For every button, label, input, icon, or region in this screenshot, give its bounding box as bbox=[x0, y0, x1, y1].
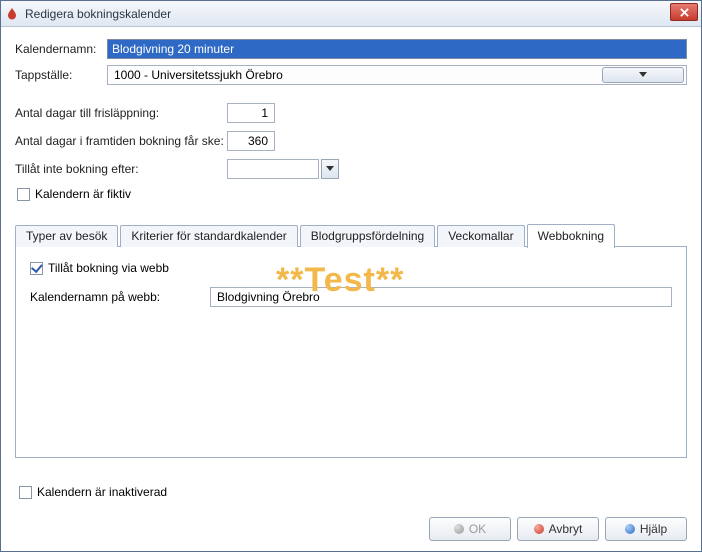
chevron-down-icon bbox=[602, 67, 684, 83]
kalendernamn-input[interactable] bbox=[107, 39, 687, 59]
titlebar: Redigera bokningskalender bbox=[1, 1, 701, 27]
ok-button[interactable]: OK bbox=[429, 517, 511, 541]
fiktiv-checkbox[interactable] bbox=[17, 188, 30, 201]
tab-blodgrupp[interactable]: Blodgruppsfördelning bbox=[300, 225, 435, 247]
tappstalle-label: Tappställe: bbox=[15, 68, 107, 82]
footer: Kalendern är inaktiverad OK Avbryt Hjälp bbox=[15, 483, 687, 541]
framtiden-input[interactable] bbox=[227, 131, 275, 151]
inaktiverad-checkbox[interactable] bbox=[19, 486, 32, 499]
help-icon bbox=[625, 524, 635, 534]
ok-icon bbox=[454, 524, 464, 534]
window-title: Redigera bokningskalender bbox=[25, 7, 171, 21]
tappstalle-dropdown[interactable]: 1000 - Universitetssjukh Örebro bbox=[107, 65, 687, 85]
inaktiverad-label: Kalendern är inaktiverad bbox=[37, 485, 167, 499]
cancel-icon bbox=[534, 524, 544, 534]
date-picker-button[interactable] bbox=[321, 159, 339, 179]
tillat-web-checkbox[interactable] bbox=[30, 262, 43, 275]
ok-label: OK bbox=[469, 522, 486, 536]
hjalp-label: Hjälp bbox=[640, 522, 667, 536]
tab-kriterier[interactable]: Kriterier för standardkalender bbox=[120, 225, 297, 247]
content-area: Kalendernamn: Tappställe: 1000 - Univers… bbox=[1, 27, 701, 468]
tabstrip: Typer av besök Kriterier för standardkal… bbox=[15, 223, 687, 247]
tab-veckomallar[interactable]: Veckomallar bbox=[437, 225, 524, 247]
tab-typer-av-besok[interactable]: Typer av besök bbox=[15, 225, 118, 247]
close-button[interactable] bbox=[670, 3, 698, 21]
tab-container: Typer av besök Kriterier för standardkal… bbox=[15, 223, 687, 458]
kalendernamn-web-label: Kalendernamn på webb: bbox=[30, 290, 210, 304]
hjalp-button[interactable]: Hjälp bbox=[605, 517, 687, 541]
frislappning-input[interactable] bbox=[227, 103, 275, 123]
kalendernamn-web-input[interactable] bbox=[210, 287, 672, 307]
tab-panel-webbokning: Tillåt bokning via webb Kalendernamn på … bbox=[15, 246, 687, 458]
app-icon bbox=[5, 7, 19, 21]
tillat-inte-efter-label: Tillåt inte bokning efter: bbox=[15, 162, 227, 176]
avbryt-button[interactable]: Avbryt bbox=[517, 517, 599, 541]
tillat-inte-efter-input[interactable] bbox=[227, 159, 319, 179]
fiktiv-label: Kalendern är fiktiv bbox=[35, 187, 131, 201]
kalendernamn-label: Kalendernamn: bbox=[15, 42, 107, 56]
framtiden-label: Antal dagar i framtiden bokning får ske: bbox=[15, 134, 227, 148]
tab-webbokning[interactable]: Webbokning bbox=[527, 224, 616, 248]
frislappning-label: Antal dagar till frisläppning: bbox=[15, 106, 227, 120]
avbryt-label: Avbryt bbox=[549, 522, 583, 536]
dialog-window: Redigera bokningskalender Kalendernamn: … bbox=[0, 0, 702, 552]
tillat-web-label: Tillåt bokning via webb bbox=[48, 261, 169, 275]
tappstalle-value: 1000 - Universitetssjukh Örebro bbox=[114, 68, 283, 82]
